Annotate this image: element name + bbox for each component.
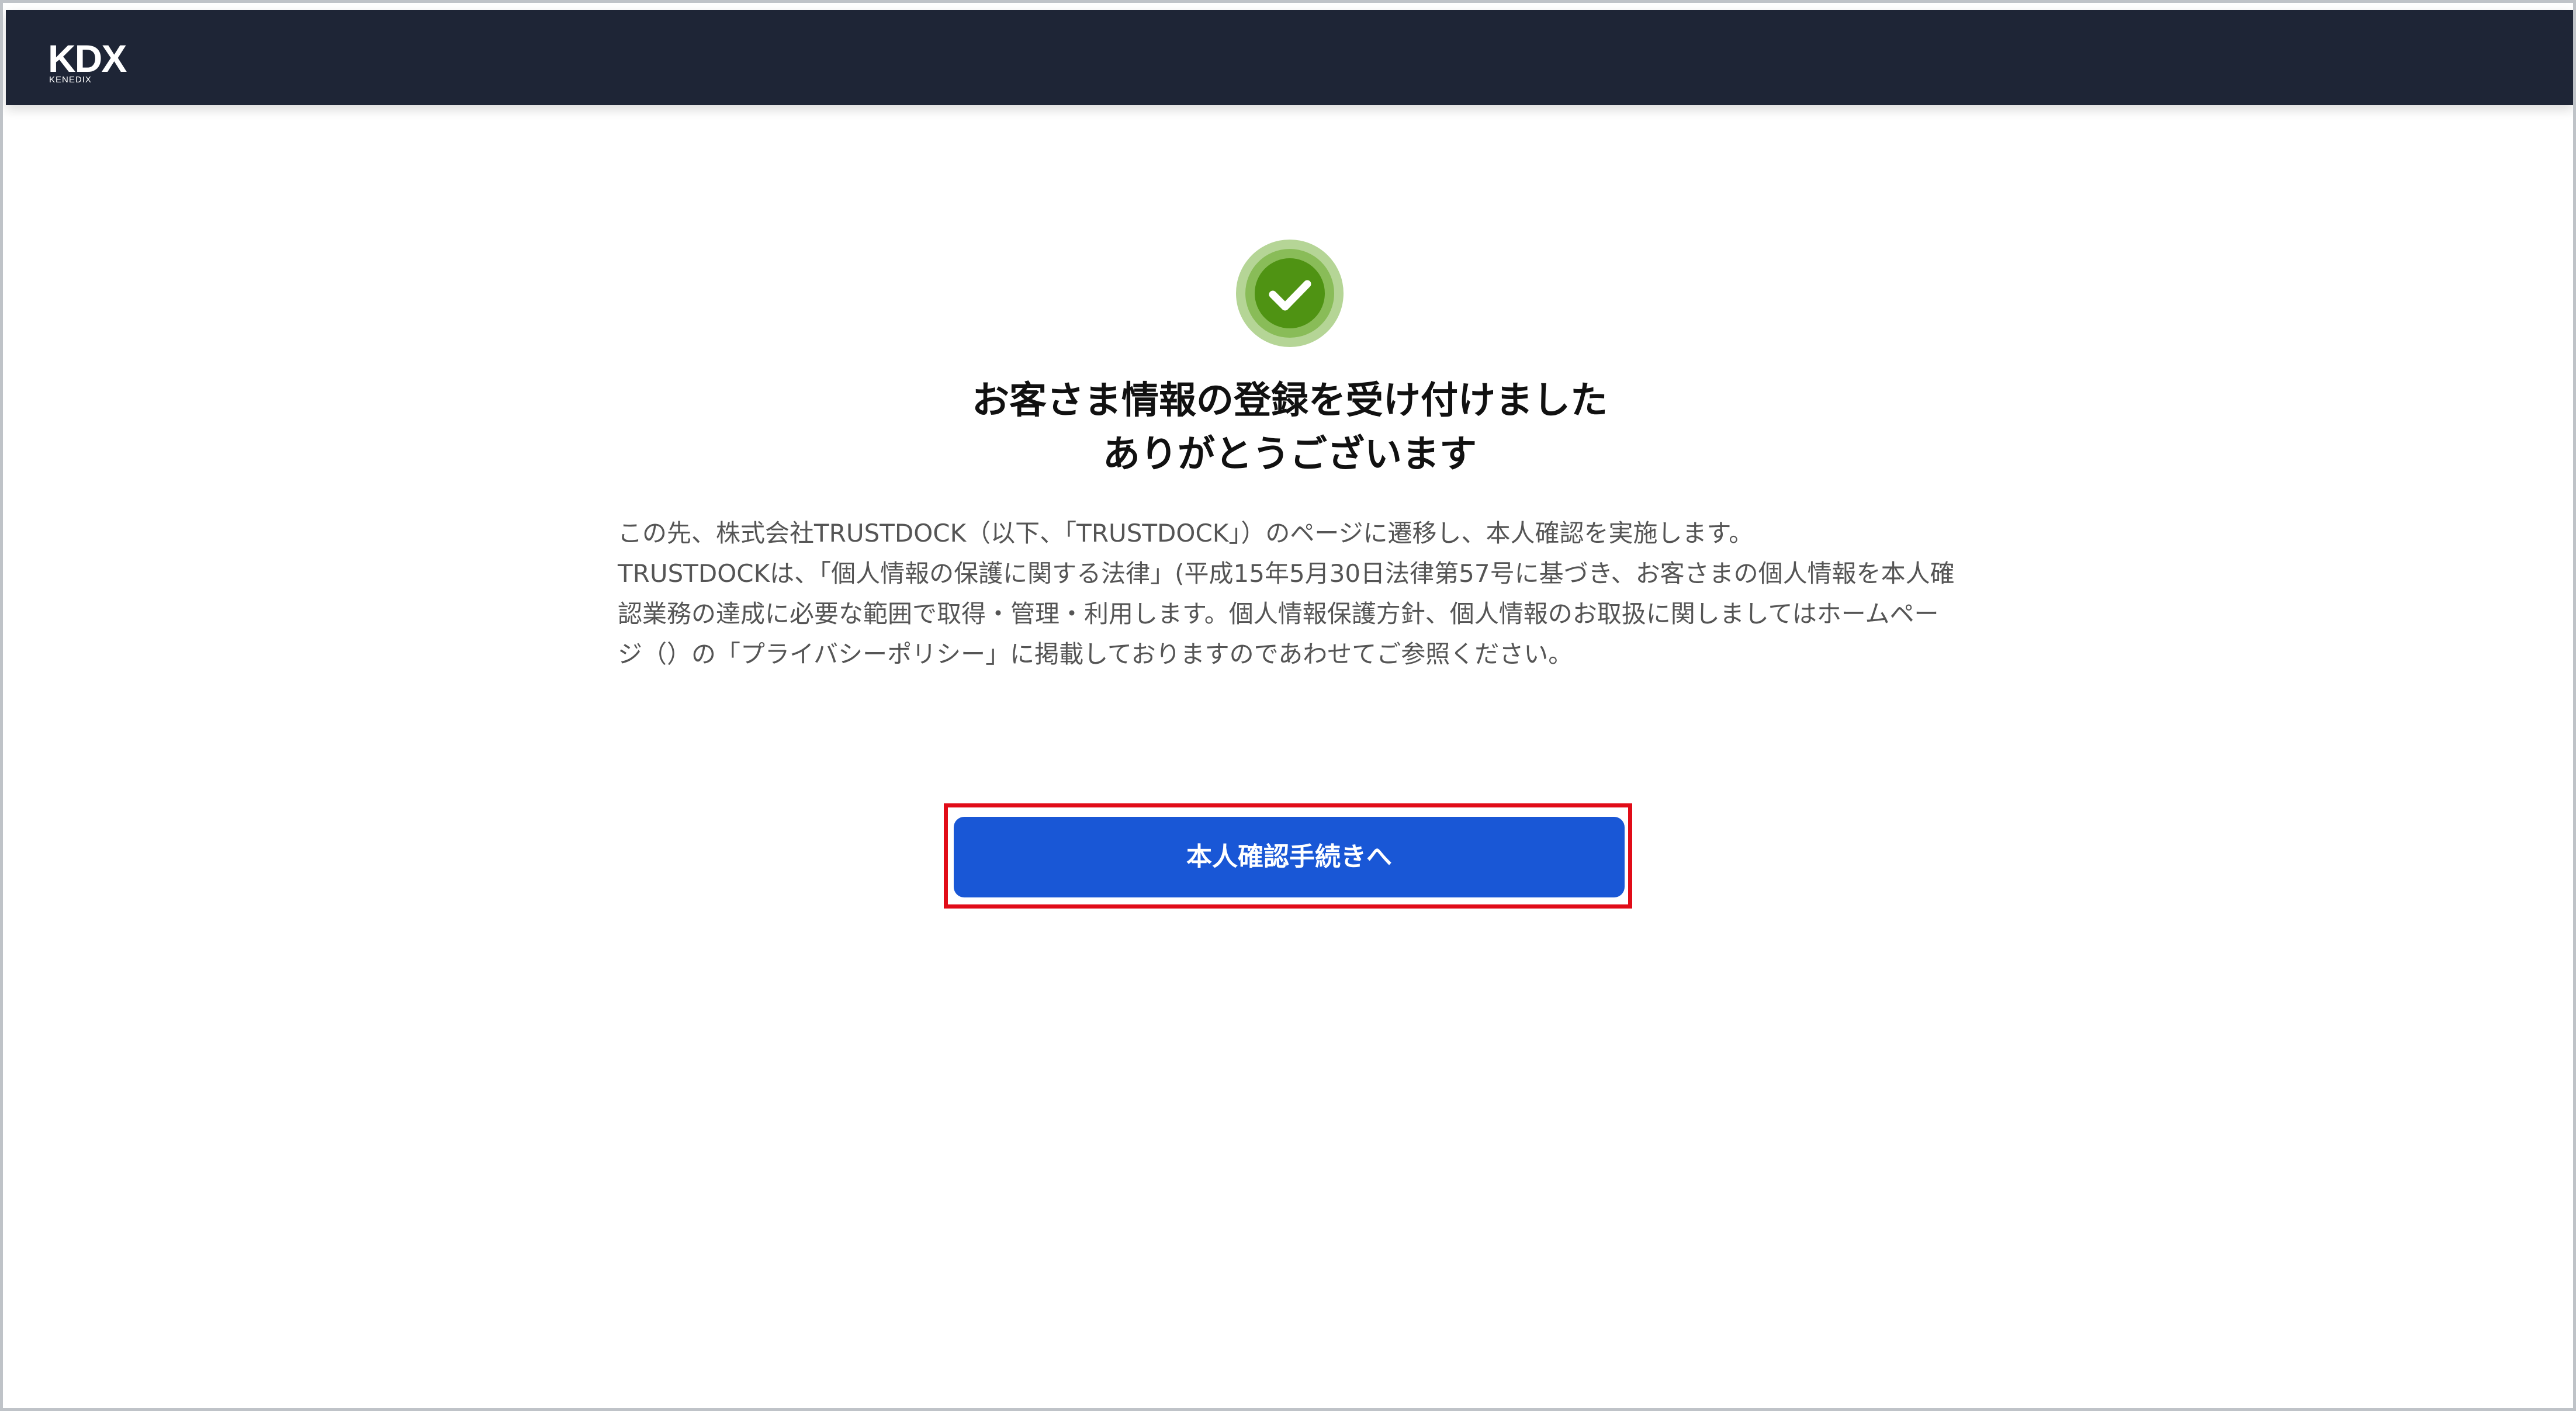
check-circle-icon-svg: [1236, 240, 1344, 347]
title-line-1: お客さま情報の登録を受け付けました: [972, 379, 1608, 422]
browser-frame: KDX KENEDIX お客さま情報の登録を受け付けました ありがとうございます…: [0, 0, 2576, 1411]
page-title: お客さま情報の登録を受け付けました ありがとうございます: [618, 374, 1962, 481]
identity-verification-button[interactable]: 本人確認手続きへ: [954, 817, 1625, 897]
main-content: お客さま情報の登録を受け付けました ありがとうございます この先、株式会社TRU…: [618, 374, 1962, 674]
kdx-logo[interactable]: KDX KENEDIX: [48, 39, 153, 92]
top-header: KDX KENEDIX: [6, 10, 2573, 105]
check-circle-icon: [1236, 240, 1344, 347]
logo-text: KDX: [48, 37, 127, 80]
title-line-2: ありがとうございます: [1103, 432, 1477, 476]
logo-subtext: KENEDIX: [49, 75, 92, 85]
description-text: この先、株式会社TRUSTDOCK（以下、「TRUSTDOCK」）のページに遷移…: [618, 519, 1955, 668]
